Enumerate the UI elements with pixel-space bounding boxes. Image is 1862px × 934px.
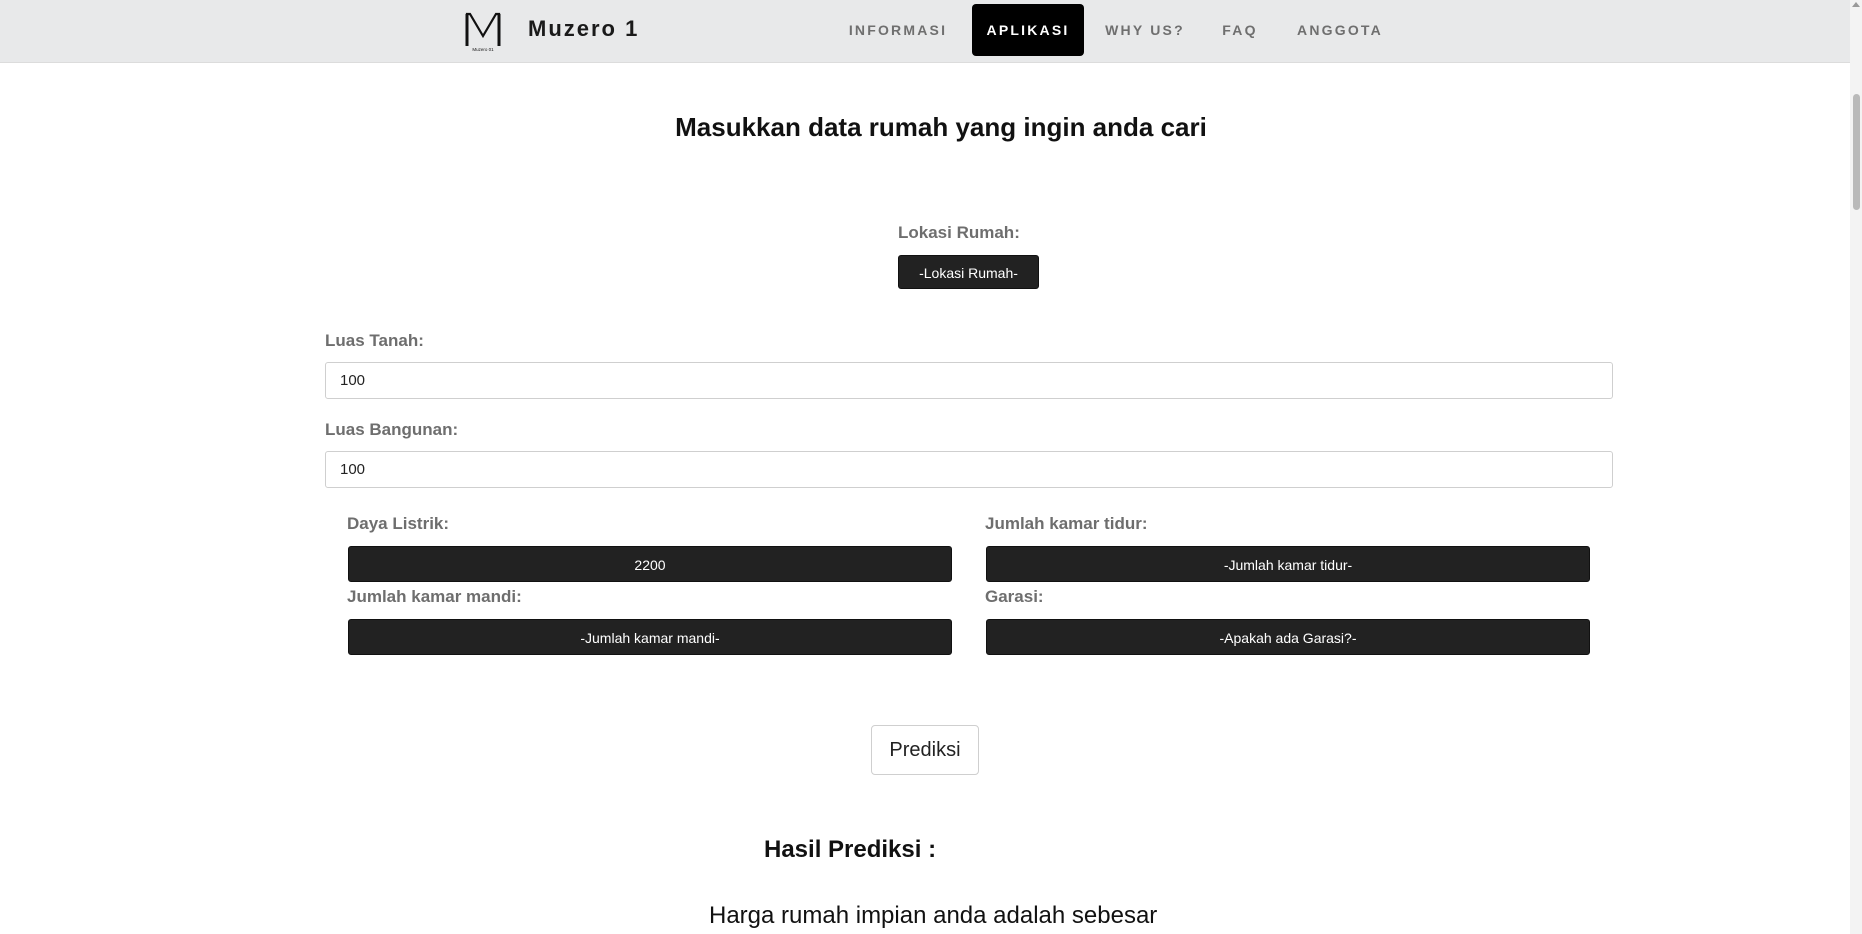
nav-why-us[interactable]: WHY US? — [1100, 4, 1190, 56]
kamar-mandi-label: Jumlah kamar mandi: — [347, 587, 522, 606]
logo-m-icon: Muzero 01 — [465, 12, 501, 52]
garasi-select[interactable]: -Apakah ada Garasi?- — [986, 619, 1590, 655]
brand-logo[interactable]: Muzero 01 — [463, 10, 505, 52]
scroll-up-arrow-icon[interactable] — [1852, 2, 1860, 7]
nav-informasi[interactable]: INFORMASI — [840, 4, 956, 56]
luas-bangunan-label: Luas Bangunan: — [325, 420, 459, 439]
nav-aplikasi[interactable]: APLIKASI — [972, 4, 1084, 56]
luas-tanah-input[interactable]: 100 — [325, 362, 1613, 399]
nav-faq[interactable]: FAQ — [1210, 4, 1270, 56]
lokasi-select[interactable]: -Lokasi Rumah- — [898, 255, 1039, 289]
luas-bangunan-input[interactable]: 100 — [325, 451, 1613, 488]
daya-listrik-label: Daya Listrik: — [347, 514, 450, 533]
kamar-tidur-label: Jumlah kamar tidur: — [985, 514, 1148, 533]
result-title: Hasil Prediksi : — [764, 836, 937, 863]
garasi-label: Garasi: — [985, 587, 1044, 606]
form-title: Masukkan data rumah yang ingin anda cari — [675, 112, 1207, 142]
logo-caption: Muzero 01 — [472, 47, 494, 52]
luas-tanah-label: Luas Tanah: — [325, 331, 424, 350]
nav-anggota[interactable]: ANGGOTA — [1288, 4, 1392, 56]
kamar-tidur-select[interactable]: -Jumlah kamar tidur- — [986, 546, 1590, 582]
brand-name[interactable]: Muzero 1 — [528, 16, 639, 42]
prediksi-button[interactable]: Prediksi — [871, 725, 979, 775]
top-navbar: Muzero 01 Muzero 1 INFORMASI APLIKASI WH… — [0, 0, 1850, 63]
result-text: Harga rumah impian anda adalah sebesar — [709, 902, 1158, 929]
kamar-mandi-select[interactable]: -Jumlah kamar mandi- — [348, 619, 952, 655]
daya-listrik-select[interactable]: 2200 — [348, 546, 952, 582]
lokasi-label: Lokasi Rumah: — [898, 223, 1020, 242]
